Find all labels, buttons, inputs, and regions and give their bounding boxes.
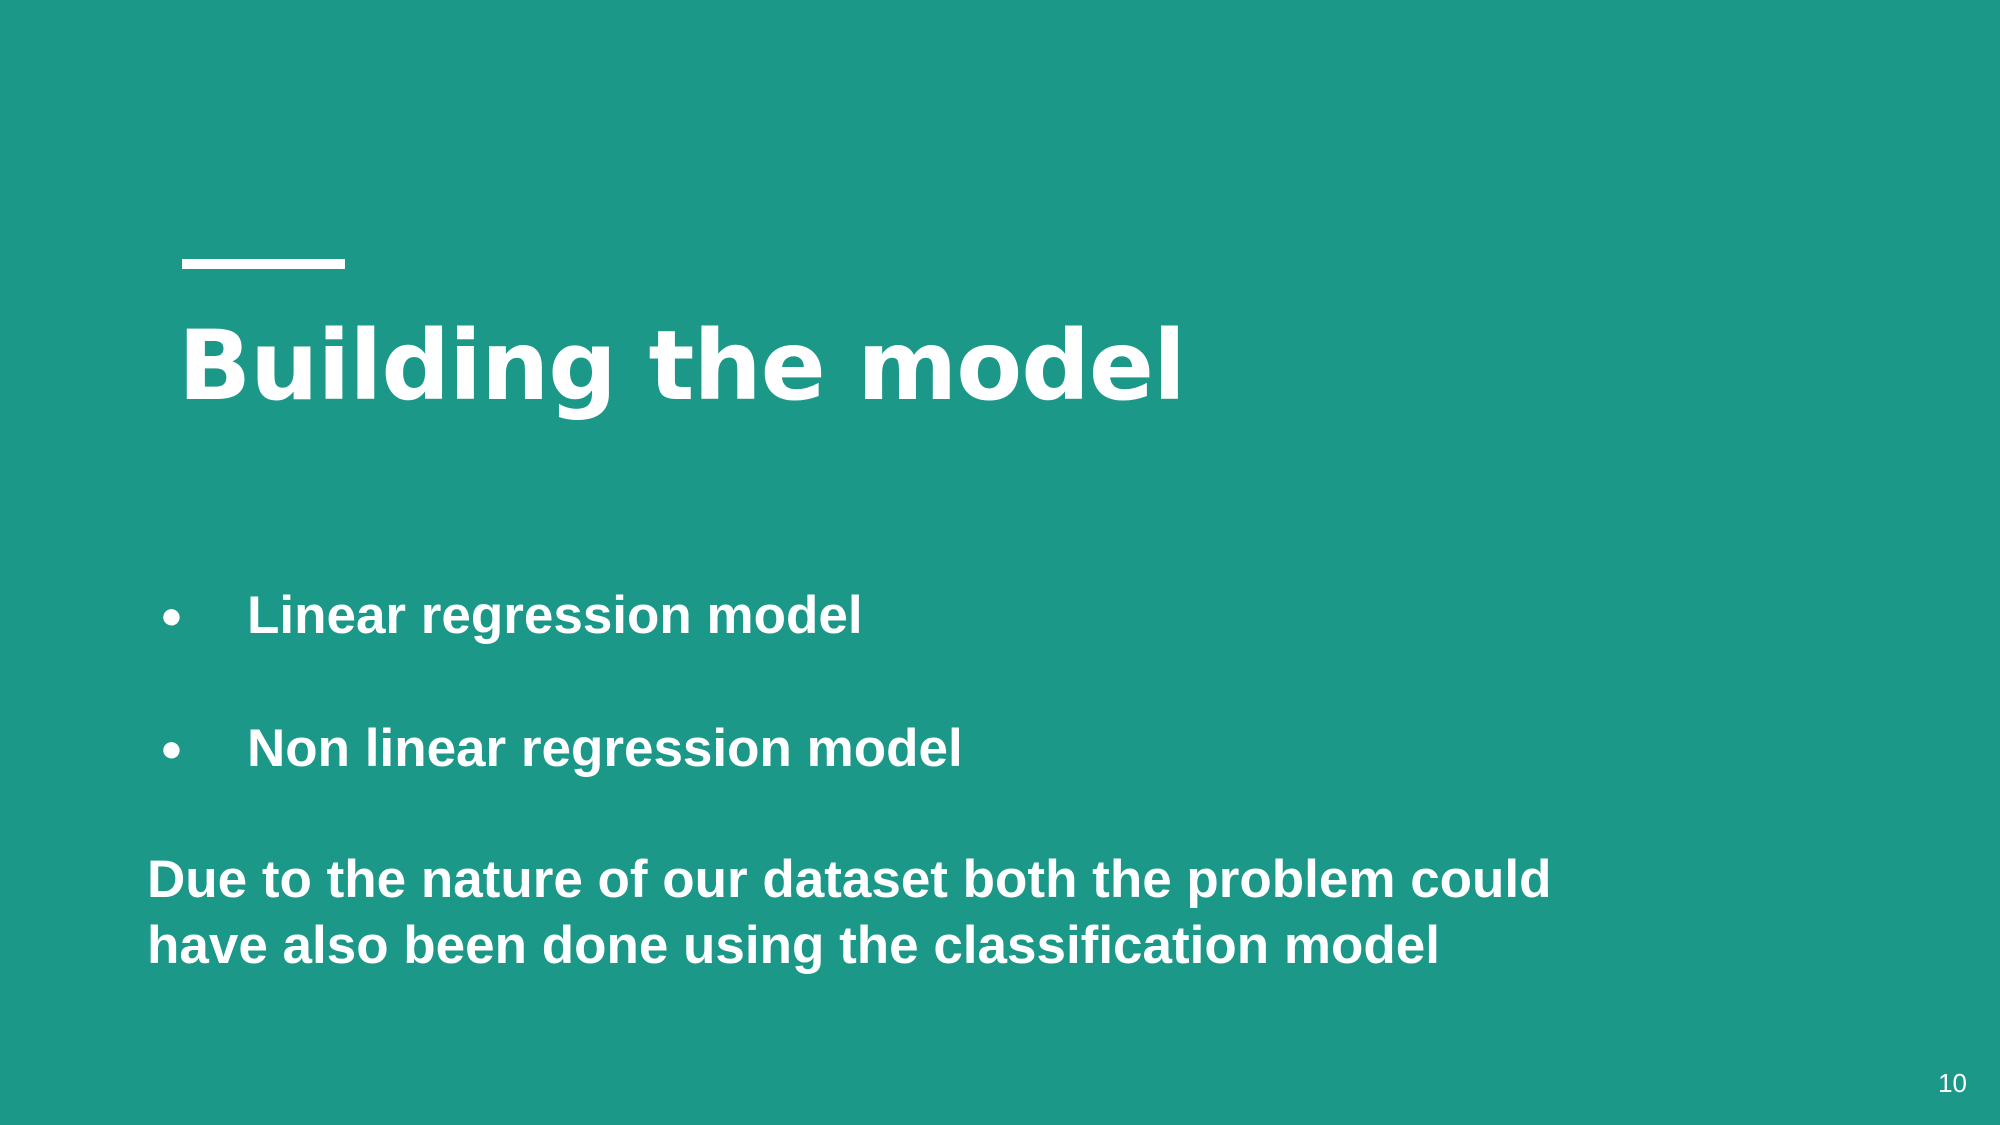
note-line: have also been done using the classifica… [147, 916, 1440, 975]
page-number: 10 [1938, 1068, 1967, 1098]
slide: Building the model ● Linear regression m… [0, 0, 2000, 1125]
note-paragraph: Due to the nature of our dataset both th… [147, 847, 1707, 979]
note-line: Due to the nature of our dataset both th… [147, 850, 1552, 909]
bullet-text: Non linear regression model [247, 719, 963, 778]
title-accent-line [182, 259, 345, 269]
slide-title: Building the model [178, 310, 1186, 422]
bullet-text: Linear regression model [247, 586, 863, 645]
bullet-icon: ● [160, 728, 183, 770]
bullet-icon: ● [160, 595, 183, 637]
